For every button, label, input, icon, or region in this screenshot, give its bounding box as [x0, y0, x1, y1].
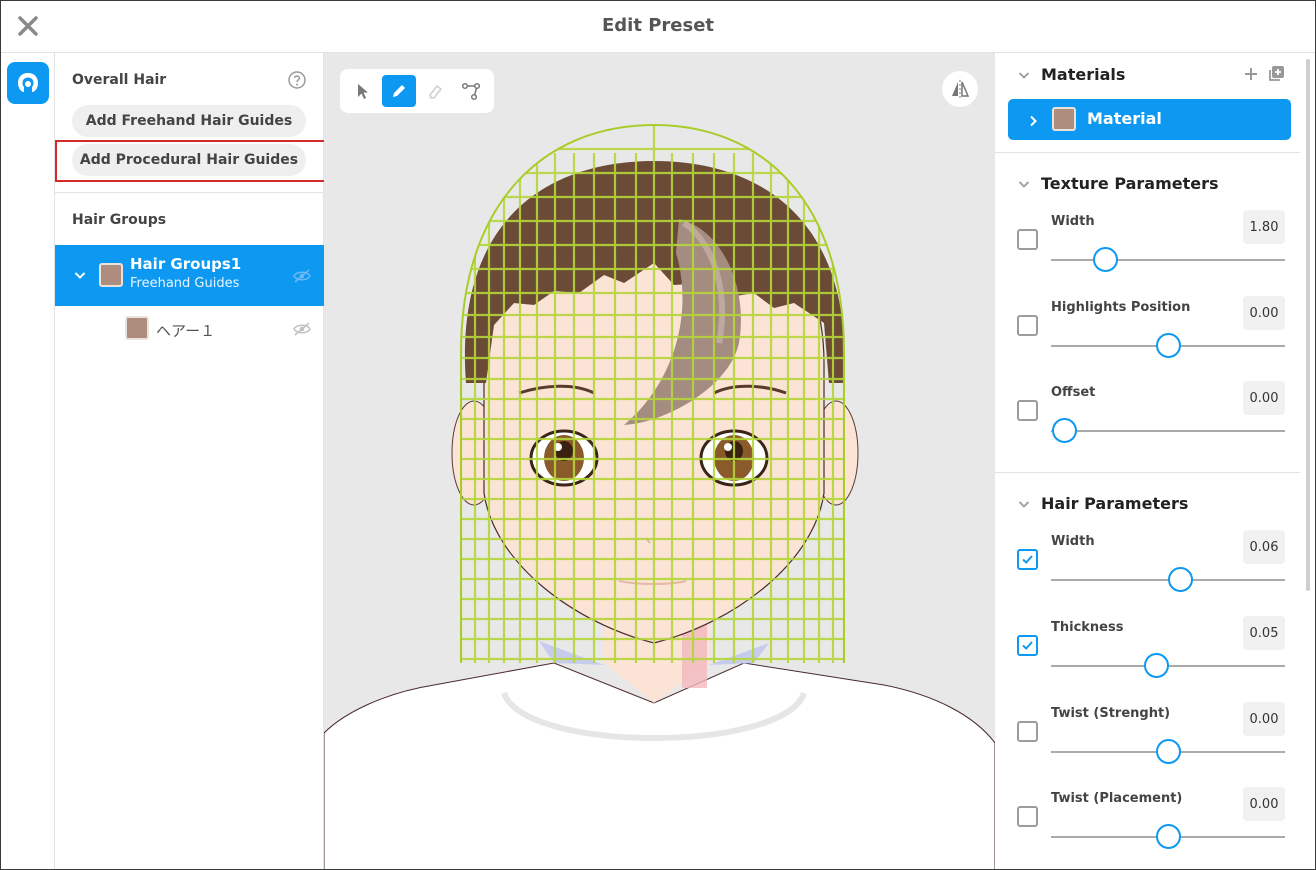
checkmark-icon [1022, 641, 1033, 650]
avatar-head-render [324, 123, 995, 869]
checkmark-icon [1022, 555, 1033, 564]
param-label: Offset [1051, 385, 1096, 400]
param-checkbox[interactable] [1017, 549, 1038, 570]
highlights-position-param: Highlights Position 0.00 [995, 296, 1300, 386]
param-value-field[interactable]: 0.00 [1243, 296, 1285, 330]
material-color-swatch [1052, 107, 1076, 131]
param-value-field[interactable]: 1.80 [1243, 210, 1285, 244]
hair-group-color-swatch [99, 263, 123, 287]
twist-placement-param: Twist (Placement) 0.00 [995, 787, 1300, 869]
slider-thumb[interactable] [1156, 333, 1181, 358]
select-tool-icon[interactable] [346, 75, 380, 107]
slider-thumb[interactable] [1156, 739, 1181, 764]
param-checkbox[interactable] [1017, 635, 1038, 656]
texture-width-param: Width 1.80 [995, 210, 1300, 300]
hair-tab-icon[interactable] [7, 62, 49, 104]
hair-child-name: ヘアー１ [156, 322, 216, 340]
chevron-down-icon[interactable] [1017, 496, 1031, 510]
material-row[interactable]: Material [1008, 99, 1291, 140]
hair-child-row[interactable]: ヘアー１ [55, 307, 324, 351]
chevron-down-icon[interactable] [73, 267, 87, 281]
edit-preset-window: Edit Preset Overall Hair Add Freehand Ha… [0, 0, 1316, 870]
param-checkbox[interactable] [1017, 229, 1038, 250]
slider-thumb[interactable] [1144, 653, 1170, 678]
hair-width-param: Width 0.06 [995, 530, 1300, 620]
param-value-field[interactable]: 0.06 [1243, 530, 1285, 564]
param-slider[interactable] [1051, 824, 1285, 849]
duplicate-icon[interactable] [1267, 65, 1285, 83]
path-tool-icon[interactable] [454, 75, 488, 107]
plus-icon[interactable] [1243, 66, 1259, 82]
slider-thumb[interactable] [1092, 247, 1118, 272]
param-checkbox[interactable] [1017, 721, 1038, 742]
param-slider[interactable] [1051, 739, 1285, 764]
param-value-field[interactable]: 0.00 [1243, 702, 1285, 736]
param-slider[interactable] [1051, 567, 1285, 592]
param-checkbox[interactable] [1017, 400, 1038, 421]
offset-param: Offset 0.00 [995, 381, 1300, 471]
properties-panel: Materials Material Texture Parameters Wi… [995, 53, 1315, 869]
hair-group-row[interactable]: Hair Groups1 Freehand Guides [55, 245, 324, 306]
param-checkbox[interactable] [1017, 806, 1038, 827]
tool-rail [1, 53, 55, 869]
param-slider[interactable] [1051, 653, 1285, 678]
texture-parameters-heading: Texture Parameters [1041, 174, 1219, 193]
param-slider[interactable] [1051, 418, 1285, 443]
window-title: Edit Preset [601, 15, 715, 36]
hair-panel: Overall Hair Add Freehand Hair Guides Ad… [55, 53, 330, 869]
hair-group-subtitle: Freehand Guides [130, 276, 240, 291]
twist-strength-param: Twist (Strenght) 0.00 [995, 702, 1300, 792]
param-label: Twist (Strenght) [1051, 706, 1171, 721]
chevron-right-icon[interactable] [1026, 113, 1040, 127]
param-value-field[interactable]: 0.00 [1243, 381, 1285, 415]
thickness-param: Thickness 0.05 [995, 616, 1300, 706]
visibility-off-icon[interactable] [292, 268, 312, 284]
param-label: Twist (Placement) [1051, 791, 1183, 806]
hair-groups-heading: Hair Groups [72, 212, 167, 228]
chevron-down-icon[interactable] [1017, 67, 1031, 81]
hair-child-color-swatch [125, 316, 149, 340]
mirror-icon[interactable] [942, 71, 978, 107]
drawing-toolbar [340, 69, 494, 113]
visibility-off-icon[interactable] [292, 321, 312, 337]
hair-group-name: Hair Groups1 [130, 255, 242, 273]
add-freehand-hair-guides-button[interactable]: Add Freehand Hair Guides [72, 105, 306, 137]
pen-tool-icon[interactable] [382, 75, 416, 107]
param-slider[interactable] [1051, 247, 1285, 272]
material-name: Material [1087, 109, 1162, 128]
overall-hair-heading: Overall Hair [72, 72, 167, 88]
help-icon[interactable] [287, 70, 307, 90]
divider [995, 472, 1300, 473]
eraser-tool-icon[interactable] [418, 75, 452, 107]
divider [995, 152, 1300, 153]
param-label: Width [1051, 534, 1095, 549]
param-label: Thickness [1051, 620, 1124, 635]
3d-viewport[interactable] [324, 53, 995, 869]
scrollbar[interactable] [1306, 59, 1310, 591]
slider-thumb[interactable] [1156, 824, 1181, 849]
param-checkbox[interactable] [1017, 315, 1038, 336]
hair-parameters-heading: Hair Parameters [1041, 494, 1189, 513]
param-label: Width [1051, 214, 1095, 229]
chevron-down-icon[interactable] [1017, 176, 1031, 190]
param-label: Highlights Position [1051, 300, 1191, 315]
add-procedural-hair-guides-button[interactable]: Add Procedural Hair Guides [72, 144, 306, 176]
slider-thumb[interactable] [1167, 567, 1193, 592]
materials-heading: Materials [1041, 65, 1126, 84]
param-value-field[interactable]: 0.00 [1243, 787, 1285, 821]
param-slider[interactable] [1051, 333, 1285, 358]
param-value-field[interactable]: 0.05 [1243, 616, 1285, 650]
slider-thumb[interactable] [1051, 418, 1077, 443]
divider [55, 192, 324, 193]
title-bar: Edit Preset [1, 1, 1315, 53]
